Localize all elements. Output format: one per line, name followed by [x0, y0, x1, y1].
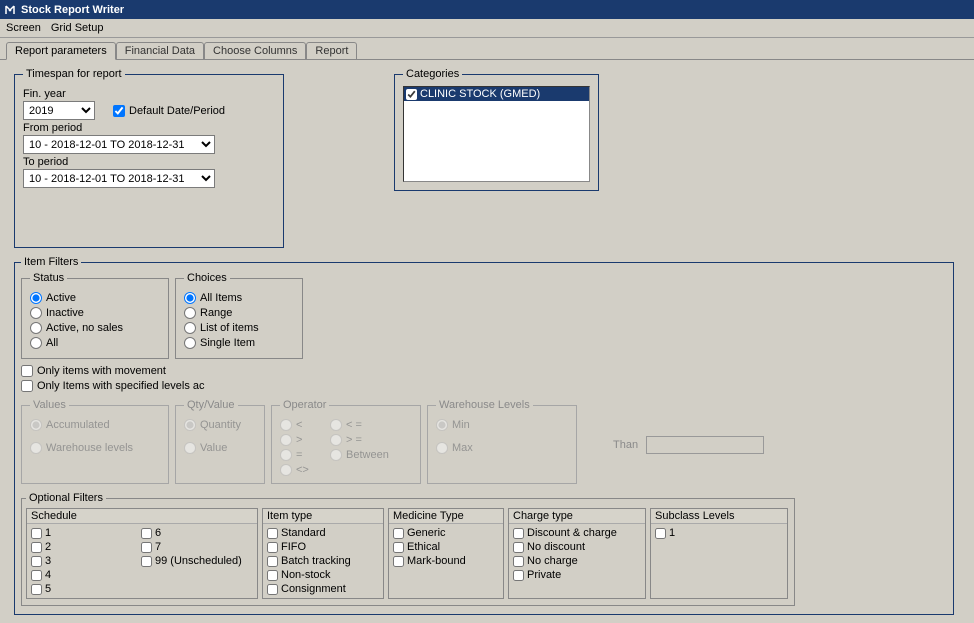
- tabbar: Report parameters Financial Data Choose …: [0, 38, 974, 60]
- values-warehouse: Warehouse levels: [30, 440, 160, 455]
- category-item[interactable]: CLINIC STOCK (GMED): [404, 87, 589, 101]
- fin-year-label: Fin. year: [23, 88, 275, 100]
- ct-no-charge[interactable]: No charge: [513, 554, 641, 568]
- sched-3[interactable]: 3: [31, 554, 141, 568]
- subclass-box: Subclass Levels 1: [650, 508, 788, 599]
- tab-report-parameters[interactable]: Report parameters: [6, 42, 116, 60]
- op-between: Between: [330, 447, 400, 462]
- status-all[interactable]: All: [30, 335, 160, 350]
- ct-no-discount[interactable]: No discount: [513, 540, 641, 554]
- operator-group: Operator < < = > > = = Between <>: [271, 399, 421, 484]
- choices-legend: Choices: [184, 272, 230, 284]
- item-filters-group: Item Filters Status Active Inactive Acti…: [14, 256, 954, 615]
- schedule-header: Schedule: [27, 509, 257, 524]
- choice-all[interactable]: All Items: [184, 290, 294, 305]
- op-neq: <>: [280, 462, 330, 477]
- op-gt: >: [280, 432, 330, 447]
- status-active-nosales[interactable]: Active, no sales: [30, 320, 160, 335]
- item-filters-legend: Item Filters: [21, 256, 81, 268]
- sched-5[interactable]: 5: [31, 582, 141, 596]
- schedule-box: Schedule 1 2 3 4 5 6 7 99 (Unscheduled: [26, 508, 258, 599]
- than-input: [646, 436, 764, 454]
- it-consign[interactable]: Consignment: [267, 582, 379, 596]
- timespan-group: Timespan for report Fin. year 2019 Defau…: [14, 68, 284, 248]
- sched-99[interactable]: 99 (Unscheduled): [141, 554, 251, 568]
- sched-2[interactable]: 2: [31, 540, 141, 554]
- qty-quantity: Quantity: [184, 417, 256, 432]
- ct-private[interactable]: Private: [513, 568, 641, 582]
- op-lte: < =: [330, 417, 400, 432]
- menu-screen[interactable]: Screen: [6, 22, 41, 34]
- it-standard[interactable]: Standard: [267, 526, 379, 540]
- med-markbound[interactable]: Mark-bound: [393, 554, 499, 568]
- choice-single[interactable]: Single Item: [184, 335, 294, 350]
- it-batch[interactable]: Batch tracking: [267, 554, 379, 568]
- values-group: Values Accumulated Warehouse levels: [21, 399, 169, 484]
- chargetype-header: Charge type: [509, 509, 645, 524]
- optional-legend: Optional Filters: [26, 492, 106, 504]
- values-accumulated: Accumulated: [30, 417, 160, 432]
- than-group: Than: [613, 405, 764, 484]
- titlebar: Stock Report Writer: [0, 0, 974, 19]
- tab-financial-data[interactable]: Financial Data: [116, 42, 204, 59]
- medtype-header: Medicine Type: [389, 509, 503, 524]
- timespan-legend: Timespan for report: [23, 68, 125, 80]
- to-period-select[interactable]: 10 - 2018-12-01 TO 2018-12-31: [23, 169, 215, 188]
- wh-max: Max: [436, 440, 568, 455]
- to-period-label: To period: [23, 156, 275, 168]
- ct-discount-charge[interactable]: Discount & charge: [513, 526, 641, 540]
- choices-group: Choices All Items Range List of items Si…: [175, 272, 303, 359]
- sched-4[interactable]: 4: [31, 568, 141, 582]
- status-inactive[interactable]: Inactive: [30, 305, 160, 320]
- med-generic[interactable]: Generic: [393, 526, 499, 540]
- wh-min: Min: [436, 417, 568, 432]
- from-period-label: From period: [23, 122, 275, 134]
- window-title: Stock Report Writer: [21, 4, 124, 16]
- op-eq: =: [280, 447, 330, 462]
- sched-7[interactable]: 7: [141, 540, 251, 554]
- itemtype-header: Item type: [263, 509, 383, 524]
- menu-grid-setup[interactable]: Grid Setup: [51, 22, 104, 34]
- med-ethical[interactable]: Ethical: [393, 540, 499, 554]
- sub-1[interactable]: 1: [655, 526, 783, 540]
- medtype-box: Medicine Type Generic Ethical Mark-bound: [388, 508, 504, 599]
- category-checkbox[interactable]: [406, 89, 417, 100]
- op-gte: > =: [330, 432, 400, 447]
- it-nonstock[interactable]: Non-stock: [267, 568, 379, 582]
- sched-1[interactable]: 1: [31, 526, 141, 540]
- status-group: Status Active Inactive Active, no sales …: [21, 272, 169, 359]
- only-movement-checkbox[interactable]: Only items with movement: [21, 365, 166, 377]
- menubar: Screen Grid Setup: [0, 19, 974, 38]
- optional-filters-group: Optional Filters Schedule 1 2 3 4 5 6: [21, 492, 795, 606]
- choice-range[interactable]: Range: [184, 305, 294, 320]
- app-icon: [3, 3, 17, 17]
- tab-report[interactable]: Report: [306, 42, 357, 59]
- default-date-checkbox[interactable]: Default Date/Period: [113, 105, 225, 117]
- sched-6[interactable]: 6: [141, 526, 251, 540]
- qty-value: Value: [184, 440, 256, 455]
- it-fifo[interactable]: FIFO: [267, 540, 379, 554]
- status-legend: Status: [30, 272, 67, 284]
- op-lt: <: [280, 417, 330, 432]
- qty-legend: Qty/Value: [184, 399, 238, 411]
- tab-choose-columns[interactable]: Choose Columns: [204, 42, 306, 59]
- categories-group: Categories CLINIC STOCK (GMED): [394, 68, 599, 191]
- chargetype-box: Charge type Discount & charge No discoun…: [508, 508, 646, 599]
- categories-legend: Categories: [403, 68, 462, 80]
- qty-group: Qty/Value Quantity Value: [175, 399, 265, 484]
- status-active[interactable]: Active: [30, 290, 160, 305]
- choice-list[interactable]: List of items: [184, 320, 294, 335]
- only-levels-checkbox[interactable]: Only Items with specified levels ac: [21, 380, 205, 392]
- warehouse-legend: Warehouse Levels: [436, 399, 533, 411]
- itemtype-box: Item type Standard FIFO Batch tracking N…: [262, 508, 384, 599]
- values-legend: Values: [30, 399, 69, 411]
- from-period-select[interactable]: 10 - 2018-12-01 TO 2018-12-31: [23, 135, 215, 154]
- subclass-header: Subclass Levels: [651, 509, 787, 524]
- warehouse-group: Warehouse Levels Min Max: [427, 399, 577, 484]
- categories-list[interactable]: CLINIC STOCK (GMED): [403, 86, 590, 182]
- operator-legend: Operator: [280, 399, 329, 411]
- than-label: Than: [613, 439, 638, 451]
- fin-year-select[interactable]: 2019: [23, 101, 95, 120]
